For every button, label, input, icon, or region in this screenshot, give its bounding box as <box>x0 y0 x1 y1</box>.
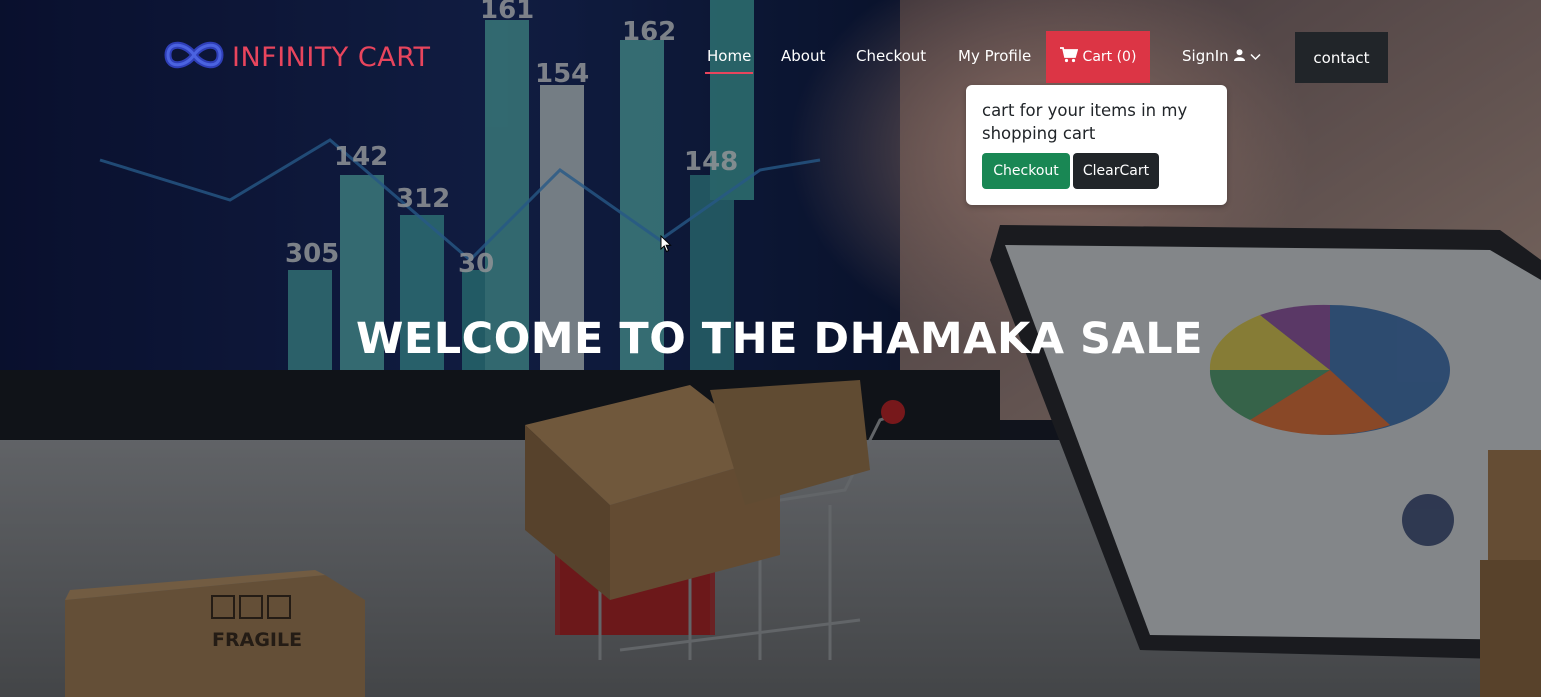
hero-heading: WELCOME TO THE DHAMAKA SALE <box>355 314 1204 364</box>
infinity-icon <box>162 35 226 79</box>
nav-link-home[interactable]: Home <box>704 47 754 74</box>
brand-logo[interactable]: INFINITY CART <box>162 36 431 78</box>
nav-link-checkout[interactable]: Checkout <box>856 47 926 65</box>
cart-icon <box>1059 47 1078 67</box>
cart-popover-text: cart for your items in my shopping cart <box>982 101 1188 143</box>
cart-button[interactable]: Cart (0) <box>1046 31 1150 83</box>
signin-label: SignIn <box>1182 47 1229 65</box>
clear-cart-button[interactable]: ClearCart <box>1073 153 1159 189</box>
user-icon <box>1233 47 1245 65</box>
nav-link-my-profile[interactable]: My Profile <box>958 47 1031 65</box>
signin-dropdown[interactable]: SignIn <box>1182 47 1261 65</box>
contact-button[interactable]: contact <box>1295 32 1388 83</box>
popover-checkout-button[interactable]: Checkout <box>982 153 1070 189</box>
nav-link-about[interactable]: About <box>781 47 825 65</box>
hero-banner: 161 162 154 142 312 305 148 30 FRAGILE I… <box>0 0 1541 697</box>
cart-button-label: Cart (0) <box>1082 49 1137 65</box>
mouse-cursor-icon <box>660 234 672 257</box>
cart-popover: cart for your items in my shopping cart … <box>966 85 1227 205</box>
chevron-down-icon <box>1250 47 1261 65</box>
brand-name: INFINITY CART <box>232 41 431 73</box>
